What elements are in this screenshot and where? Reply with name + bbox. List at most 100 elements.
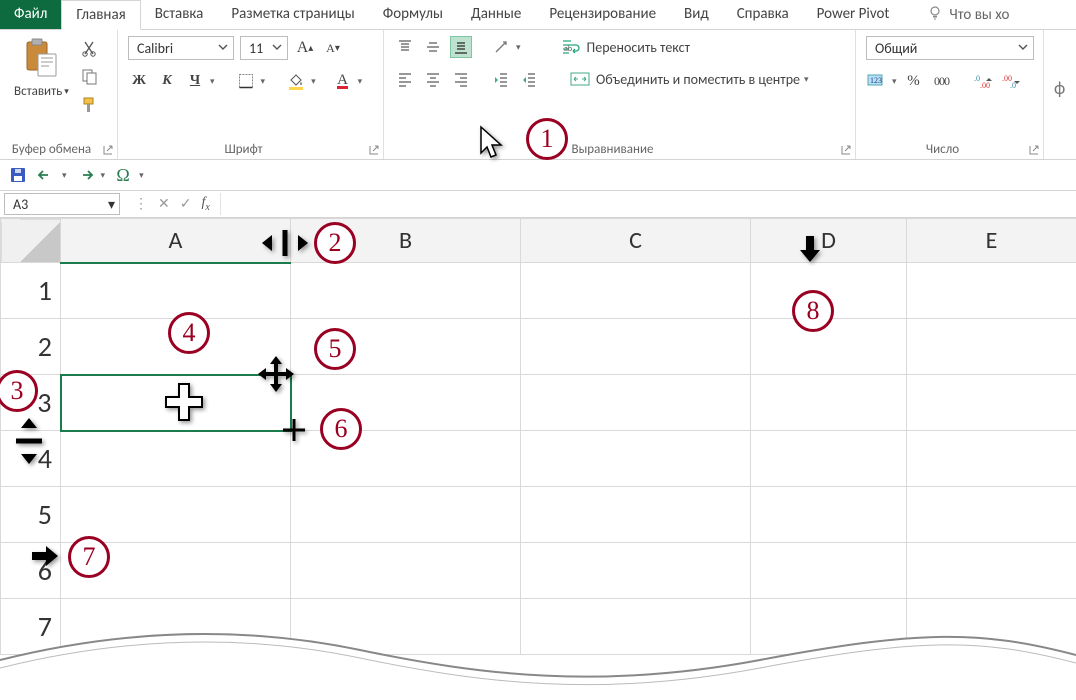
cell[interactable] — [521, 431, 751, 487]
column-header[interactable]: A — [61, 219, 291, 263]
cell[interactable] — [61, 263, 291, 319]
cell[interactable] — [291, 487, 521, 543]
italic-button[interactable]: К — [156, 70, 178, 92]
dialog-launcher-icon[interactable] — [1028, 143, 1040, 155]
paste-button[interactable]: Вставить ▾ — [10, 36, 73, 101]
cell[interactable] — [291, 263, 521, 319]
row-header[interactable]: 5 — [1, 487, 61, 543]
chevron-down-icon[interactable]: ▾ — [892, 76, 897, 87]
chevron-down-icon[interactable]: ▾ — [358, 76, 363, 87]
chevron-down-icon[interactable]: ▾ — [311, 76, 316, 87]
tab-insert[interactable]: Вставка — [141, 0, 218, 29]
chevron-down-icon[interactable]: ▾ — [261, 76, 266, 87]
copy-button[interactable] — [81, 68, 99, 90]
cell[interactable] — [521, 263, 751, 319]
cell[interactable] — [521, 375, 751, 431]
select-all-corner[interactable] — [1, 219, 61, 263]
column-header[interactable]: E — [907, 219, 1076, 263]
cell[interactable] — [291, 599, 521, 655]
tab-view[interactable]: Вид — [670, 0, 723, 29]
cell[interactable] — [907, 543, 1076, 599]
cell[interactable] — [61, 487, 291, 543]
align-left-button[interactable] — [394, 68, 416, 90]
increase-indent-button[interactable] — [518, 68, 540, 90]
dialog-launcher-icon[interactable] — [368, 143, 380, 155]
cell[interactable] — [907, 319, 1076, 375]
decrease-decimal-button[interactable]: .00.0 — [1001, 70, 1023, 92]
cell[interactable] — [751, 375, 907, 431]
format-painter-button[interactable] — [81, 96, 99, 118]
omega-symbol-button[interactable]: Ω — [113, 165, 133, 185]
dialog-launcher-icon[interactable] — [102, 143, 114, 155]
cell[interactable] — [907, 263, 1076, 319]
cell[interactable] — [751, 599, 907, 655]
cell[interactable] — [521, 543, 751, 599]
cell[interactable] — [521, 319, 751, 375]
tell-me[interactable]: Что вы хо — [913, 0, 1023, 29]
redo-button[interactable] — [75, 165, 95, 185]
cell[interactable] — [907, 431, 1076, 487]
tab-help[interactable]: Справка — [723, 0, 803, 29]
fx-icon[interactable]: fx — [201, 195, 209, 213]
cell[interactable] — [751, 543, 907, 599]
chevron-down-icon[interactable]: ▾ — [210, 76, 215, 87]
chevron-down-icon[interactable]: ▾ — [101, 170, 106, 181]
name-box[interactable]: A3 ▾ — [4, 193, 120, 215]
tab-page-layout[interactable]: Разметка страницы — [217, 0, 368, 29]
comma-format-button[interactable]: 000 — [931, 70, 953, 92]
cell[interactable] — [907, 375, 1076, 431]
row-header[interactable]: 1 — [1, 263, 61, 319]
tab-formulas[interactable]: Формулы — [369, 0, 457, 29]
cell[interactable] — [61, 599, 291, 655]
chevron-down-icon[interactable]: ▾ — [62, 170, 67, 181]
tab-review[interactable]: Рецензирование — [535, 0, 670, 29]
column-header[interactable]: C — [521, 219, 751, 263]
borders-button[interactable] — [235, 70, 257, 92]
align-right-button[interactable] — [450, 68, 472, 90]
row-header[interactable]: 7 — [1, 599, 61, 655]
bold-button[interactable]: Ж — [128, 70, 150, 92]
underline-button[interactable]: Ч — [184, 70, 206, 92]
wrap-text-button[interactable]: ab Переносить текст — [561, 36, 690, 58]
increase-font-button[interactable]: A▴ — [294, 37, 316, 59]
font-color-button[interactable]: A — [332, 70, 354, 92]
cancel-icon[interactable]: ✕ — [158, 195, 170, 212]
tab-home[interactable]: Главная — [61, 0, 140, 30]
font-size-combo[interactable]: 11 — [240, 36, 288, 60]
formula-input[interactable] — [220, 193, 1076, 215]
align-top-button[interactable] — [394, 36, 416, 58]
cell[interactable] — [521, 599, 751, 655]
cell[interactable] — [751, 319, 907, 375]
cell[interactable] — [751, 431, 907, 487]
tab-file[interactable]: Файл — [0, 0, 61, 29]
tab-powerpivot[interactable]: Power Pivot — [803, 0, 904, 29]
align-center-button[interactable] — [422, 68, 444, 90]
undo-button[interactable] — [36, 165, 56, 185]
column-header[interactable]: D — [751, 219, 907, 263]
cut-button[interactable] — [81, 40, 99, 62]
enter-icon[interactable]: ✓ — [180, 195, 192, 212]
formula-dots-icon[interactable]: ⋮ — [134, 195, 148, 212]
number-format-combo[interactable]: Общий — [866, 36, 1034, 60]
dialog-launcher-icon[interactable] — [840, 143, 852, 155]
tab-data[interactable]: Данные — [457, 0, 535, 29]
increase-decimal-button[interactable]: .0.00 — [973, 70, 995, 92]
decrease-indent-button[interactable] — [490, 68, 512, 90]
cell[interactable] — [61, 431, 291, 487]
align-middle-button[interactable] — [422, 36, 444, 58]
cell[interactable] — [751, 487, 907, 543]
percent-format-button[interactable]: % — [903, 70, 925, 92]
accounting-format-button[interactable]: 123 — [866, 70, 888, 92]
merge-center-button[interactable]: Объединить и поместить в центре ▾ — [570, 68, 809, 90]
cell[interactable] — [907, 487, 1076, 543]
row-header[interactable]: 2 — [1, 319, 61, 375]
orientation-button[interactable] — [490, 36, 512, 58]
save-button[interactable] — [8, 165, 28, 185]
cell[interactable] — [291, 543, 521, 599]
font-name-combo[interactable]: Calibri — [128, 36, 234, 60]
align-bottom-button[interactable] — [450, 36, 472, 58]
chevron-down-icon[interactable]: ▾ — [516, 42, 521, 53]
fill-color-button[interactable] — [285, 70, 307, 92]
decrease-font-button[interactable]: A▾ — [322, 37, 344, 59]
cell[interactable] — [521, 487, 751, 543]
